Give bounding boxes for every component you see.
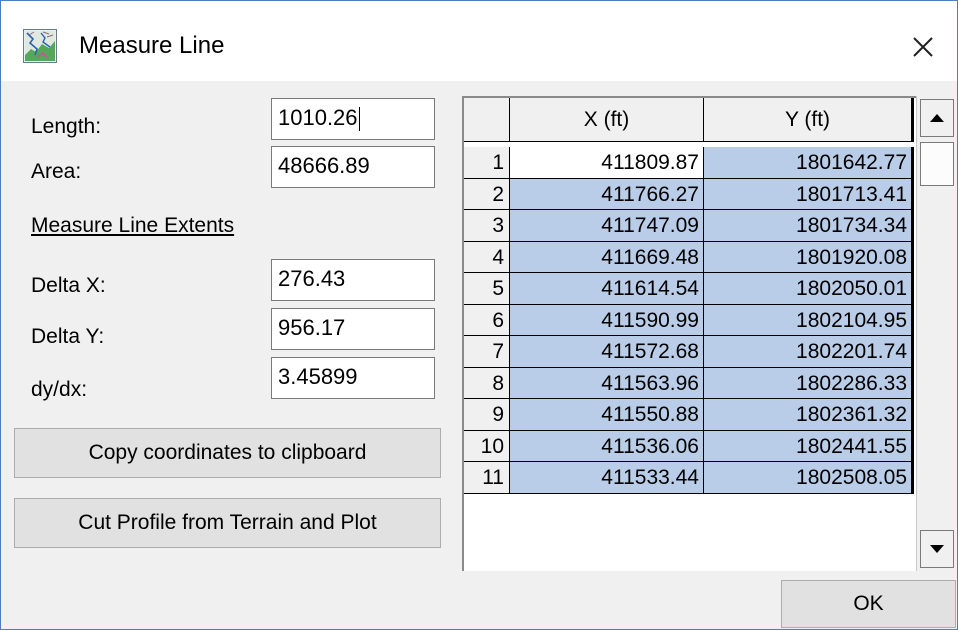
x-value-cell[interactable]: 411533.44	[510, 462, 704, 494]
x-value-cell[interactable]: 411572.68	[510, 336, 704, 368]
length-label: Length:	[31, 115, 102, 138]
row-number-cell[interactable]: 9	[464, 399, 510, 431]
x-value-cell[interactable]: 411536.06	[510, 430, 704, 462]
length-value: 1010.26	[278, 105, 358, 130]
terrain-app-icon	[23, 29, 57, 63]
vertical-scrollbar[interactable]	[916, 96, 956, 571]
row-number-cell[interactable]: 10	[464, 430, 510, 462]
area-field[interactable]: 48666.89	[271, 146, 435, 188]
row-number-cell[interactable]: 6	[464, 304, 510, 336]
ok-button[interactable]: OK	[781, 580, 956, 628]
delta-x-label: Delta X:	[31, 274, 106, 297]
row-number-cell[interactable]: 8	[464, 367, 510, 399]
x-value-cell[interactable]: 411563.96	[510, 367, 704, 399]
measure-line-dialog: Measure Line Length: 1010.26 Area: 48666…	[0, 0, 958, 630]
y-value-cell[interactable]: 1802104.95	[704, 304, 914, 336]
row-number-cell[interactable]: 1	[464, 147, 510, 179]
corner-header-cell[interactable]	[464, 98, 510, 142]
close-icon[interactable]	[905, 29, 941, 65]
y-value-cell[interactable]: 1802050.01	[704, 273, 914, 305]
length-field[interactable]: 1010.26	[271, 98, 435, 140]
y-value-cell[interactable]: 1802508.05	[704, 462, 914, 494]
row-number-cell[interactable]: 11	[464, 462, 510, 494]
x-value-cell[interactable]: 411614.54	[510, 273, 704, 305]
y-value-cell[interactable]: 1801713.41	[704, 178, 914, 210]
y-value-cell[interactable]: 1802201.74	[704, 336, 914, 368]
cut-profile-button[interactable]: Cut Profile from Terrain and Plot	[14, 498, 441, 548]
scroll-up-button[interactable]	[920, 99, 954, 137]
row-number-cell[interactable]: 5	[464, 273, 510, 305]
dydx-field[interactable]: 3.45899	[271, 357, 435, 399]
title-bar: Measure Line	[1, 1, 957, 81]
x-value-cell[interactable]: 411669.48	[510, 241, 704, 273]
text-caret	[358, 107, 360, 132]
row-number-cell[interactable]: 2	[464, 178, 510, 210]
column-header-y[interactable]: Y (ft)	[704, 98, 914, 142]
scroll-thumb[interactable]	[920, 142, 954, 186]
copy-coordinates-button[interactable]: Copy coordinates to clipboard	[14, 428, 441, 478]
scroll-up-arrow-icon	[930, 114, 944, 122]
coordinates-grid: X (ft) Y (ft) 1 411809.87 1801642.77 2 41176…	[462, 96, 916, 571]
delta-y-field[interactable]: 956.17	[271, 308, 435, 350]
y-value-cell[interactable]: 1802361.32	[704, 399, 914, 431]
scroll-down-button[interactable]	[920, 530, 954, 568]
scroll-down-arrow-icon	[930, 545, 944, 553]
coordinates-table: X (ft) Y (ft) 1 411809.87 1801642.77 2 41176…	[462, 96, 956, 571]
y-value-cell[interactable]: 1801642.77	[704, 147, 914, 179]
delta-y-label: Delta Y:	[31, 325, 105, 348]
area-label: Area:	[31, 160, 82, 183]
dydx-label: dy/dx:	[31, 378, 88, 401]
x-value-cell[interactable]: 411550.88	[510, 399, 704, 431]
x-value-cell[interactable]: 411809.87	[510, 147, 704, 179]
column-header-x[interactable]: X (ft)	[510, 98, 704, 142]
row-number-cell[interactable]: 3	[464, 210, 510, 242]
row-number-cell[interactable]: 4	[464, 241, 510, 273]
y-value-cell[interactable]: 1801734.34	[704, 210, 914, 242]
y-value-cell[interactable]: 1801920.08	[704, 241, 914, 273]
y-value-cell[interactable]: 1802441.55	[704, 430, 914, 462]
window-title: Measure Line	[79, 32, 225, 59]
x-value-cell[interactable]: 411747.09	[510, 210, 704, 242]
x-value-cell[interactable]: 411766.27	[510, 178, 704, 210]
y-value-cell[interactable]: 1802286.33	[704, 367, 914, 399]
row-number-cell[interactable]: 7	[464, 336, 510, 368]
x-value-cell[interactable]: 411590.99	[510, 304, 704, 336]
measure-line-extents-heading: Measure Line Extents	[31, 214, 235, 237]
delta-x-field[interactable]: 276.43	[271, 259, 435, 301]
